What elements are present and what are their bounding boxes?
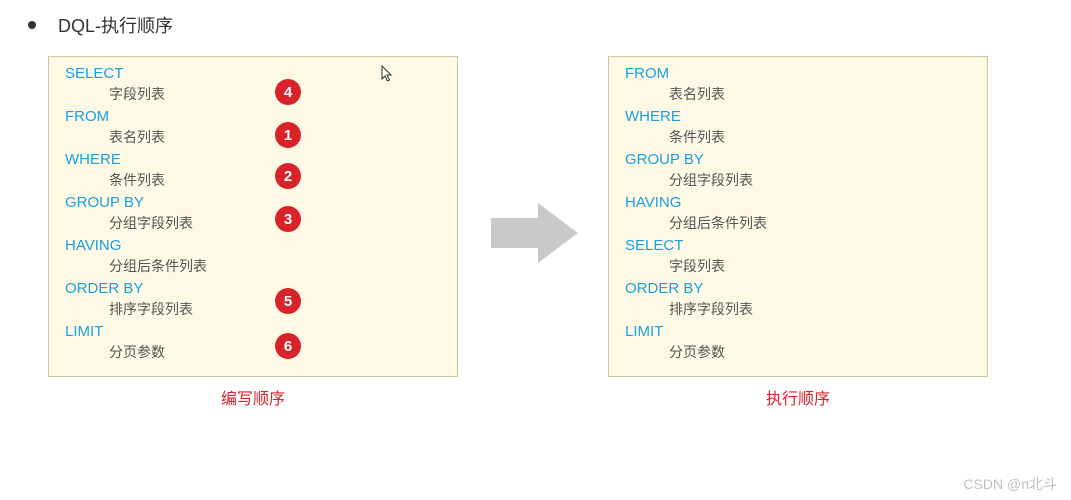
- order-badge-3: 3: [275, 206, 301, 232]
- page-title: DQL-执行顺序: [58, 12, 173, 38]
- arrow-right-icon: [483, 198, 583, 268]
- clause-having: HAVING 分组后条件列表: [65, 237, 441, 278]
- keyword: WHERE: [625, 108, 971, 125]
- clause-select: SELECT 字段列表: [625, 237, 971, 278]
- right-caption: 执行顺序: [608, 385, 988, 409]
- keyword: GROUP BY: [625, 151, 971, 168]
- keyword: HAVING: [625, 194, 971, 211]
- right-column: FROM 表名列表 WHERE 条件列表 GROUP BY 分组字段列表 HAV…: [608, 56, 988, 409]
- order-badge-1: 1: [275, 122, 301, 148]
- keyword: FROM: [65, 108, 441, 125]
- bullet-icon: [28, 21, 36, 29]
- keyword: WHERE: [65, 151, 441, 168]
- arrow-wrap: [458, 198, 608, 268]
- clause-desc: 条件列表: [625, 125, 971, 149]
- clause-limit: LIMIT 分页参数: [625, 323, 971, 364]
- clause-where: WHERE 条件列表 2: [65, 151, 441, 192]
- clause-desc: 分组后条件列表: [65, 254, 441, 278]
- clause-desc: 表名列表: [65, 125, 441, 149]
- keyword: LIMIT: [65, 323, 441, 340]
- keyword: FROM: [625, 65, 971, 82]
- order-badge-6: 6: [275, 333, 301, 359]
- execution-order-panel: FROM 表名列表 WHERE 条件列表 GROUP BY 分组字段列表 HAV…: [608, 56, 988, 377]
- keyword: LIMIT: [625, 323, 971, 340]
- diagram-main: SELECT 字段列表 4 FROM 表名列表 1 WHERE 条件列表 2 G…: [20, 56, 1051, 409]
- clause-from: FROM 表名列表: [625, 65, 971, 106]
- clause-having: HAVING 分组后条件列表: [625, 194, 971, 235]
- clause-limit: LIMIT 分页参数 6: [65, 323, 441, 364]
- clause-desc: 字段列表: [625, 254, 971, 278]
- clause-orderby: ORDER BY 排序字段列表 5: [65, 280, 441, 321]
- left-caption: 编写顺序: [48, 385, 458, 409]
- clause-desc: 字段列表: [65, 82, 441, 106]
- clause-from: FROM 表名列表 1: [65, 108, 441, 149]
- clause-desc: 分页参数: [65, 340, 441, 364]
- clause-groupby: GROUP BY 分组字段列表 3: [65, 194, 441, 235]
- clause-groupby: GROUP BY 分组字段列表: [625, 151, 971, 192]
- order-badge-5: 5: [275, 288, 301, 314]
- writing-order-panel: SELECT 字段列表 4 FROM 表名列表 1 WHERE 条件列表 2 G…: [48, 56, 458, 377]
- keyword: ORDER BY: [65, 280, 441, 297]
- left-column: SELECT 字段列表 4 FROM 表名列表 1 WHERE 条件列表 2 G…: [48, 56, 458, 409]
- clause-where: WHERE 条件列表: [625, 108, 971, 149]
- clause-desc: 排序字段列表: [65, 297, 441, 321]
- watermark-text: CSDN @n北斗: [963, 474, 1057, 494]
- page-title-row: DQL-执行顺序: [20, 12, 1051, 38]
- order-badge-2: 2: [275, 163, 301, 189]
- order-badge-4: 4: [275, 79, 301, 105]
- clause-desc: 分组字段列表: [65, 211, 441, 235]
- clause-desc: 分页参数: [625, 340, 971, 364]
- keyword: GROUP BY: [65, 194, 441, 211]
- clause-orderby: ORDER BY 排序字段列表: [625, 280, 971, 321]
- keyword: HAVING: [65, 237, 441, 254]
- clause-desc: 排序字段列表: [625, 297, 971, 321]
- keyword: SELECT: [625, 237, 971, 254]
- clause-desc: 条件列表: [65, 168, 441, 192]
- keyword: SELECT: [65, 65, 441, 82]
- clause-desc: 分组字段列表: [625, 168, 971, 192]
- clause-desc: 分组后条件列表: [625, 211, 971, 235]
- clause-select: SELECT 字段列表 4: [65, 65, 441, 106]
- keyword: ORDER BY: [625, 280, 971, 297]
- clause-desc: 表名列表: [625, 82, 971, 106]
